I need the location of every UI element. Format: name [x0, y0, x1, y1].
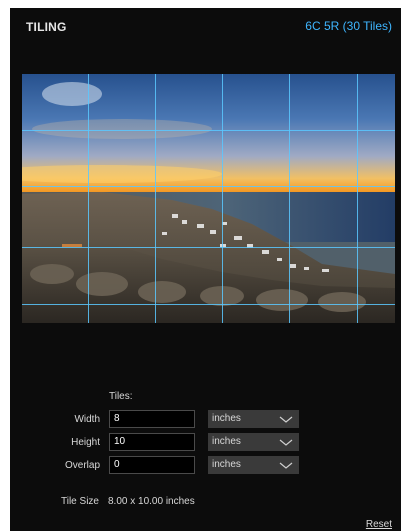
- grid-column-line: [88, 74, 89, 323]
- overlap-label: Overlap: [64, 460, 100, 471]
- height-input[interactable]: 10: [109, 433, 195, 451]
- tiling-preview[interactable]: [22, 74, 395, 323]
- tile-size-label: Tile Size: [61, 496, 99, 507]
- tile-size-value: 8.00 x 10.00 inches: [108, 496, 195, 507]
- width-unit-value: inches: [212, 413, 241, 424]
- tiling-panel: TILING 6C 5R (30 Tiles) Tiles: Width 8 i…: [10, 8, 401, 531]
- preview-photo: [22, 74, 395, 323]
- overlap-input[interactable]: 0: [109, 456, 195, 474]
- tile-count-info: 6C 5R (30 Tiles): [305, 19, 392, 33]
- height-unit-value: inches: [212, 436, 241, 447]
- grid-row-line: [22, 304, 395, 305]
- tiles-label: Tiles:: [109, 391, 133, 402]
- overlap-unit-select[interactable]: inches: [208, 456, 299, 474]
- grid-row-line: [22, 130, 395, 131]
- panel-title: TILING: [26, 20, 67, 34]
- grid-column-line: [357, 74, 358, 323]
- reset-link[interactable]: Reset: [366, 519, 392, 530]
- chevron-down-icon: [279, 439, 293, 446]
- overlap-unit-value: inches: [212, 459, 241, 470]
- width-label: Width: [74, 414, 100, 425]
- width-input[interactable]: 8: [109, 410, 195, 428]
- grid-row-line: [22, 247, 395, 248]
- chevron-down-icon: [279, 416, 293, 423]
- grid-row-line: [22, 186, 395, 187]
- width-unit-select[interactable]: inches: [208, 410, 299, 428]
- grid-column-line: [155, 74, 156, 323]
- grid-column-line: [289, 74, 290, 323]
- grid-column-line: [222, 74, 223, 323]
- chevron-down-icon: [279, 462, 293, 469]
- height-unit-select[interactable]: inches: [208, 433, 299, 451]
- height-label: Height: [71, 437, 100, 448]
